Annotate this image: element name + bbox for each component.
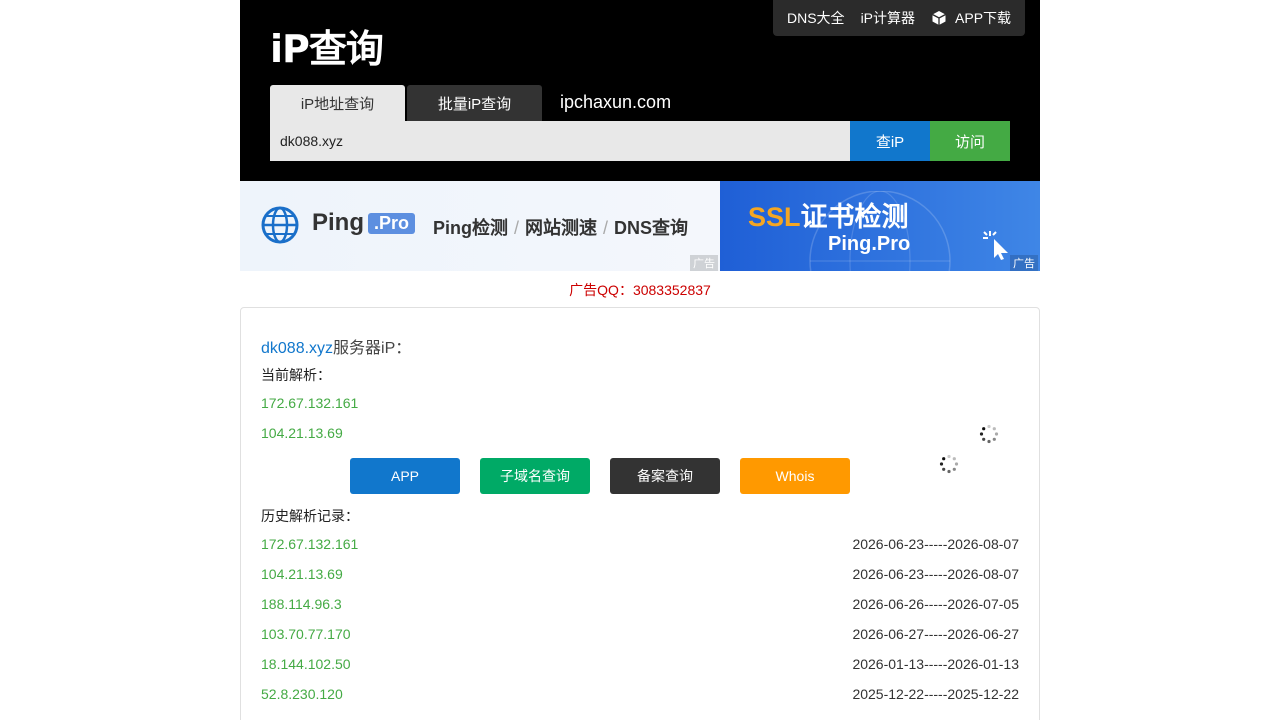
ad-tag: 广告	[690, 255, 718, 271]
history-ip-link[interactable]: 52.8.230.120	[261, 686, 343, 702]
history-ip-link[interactable]: 103.70.77.170	[261, 626, 351, 642]
ssl-title: SSL证书检测	[748, 195, 909, 234]
ad-services-list: Ping检测 / 网站测速 / DNS查询	[433, 218, 689, 238]
ping-brand: Ping	[312, 209, 364, 236]
service-dns: DNS查询	[614, 218, 689, 238]
visit-button[interactable]: 访问	[930, 121, 1010, 161]
ad-banner-ssl[interactable]: SSL证书检测 Ping.Pro 广告	[720, 181, 1040, 271]
loading-spinner-icon	[939, 454, 959, 474]
icp-query-button[interactable]: 备案查询	[610, 458, 720, 494]
result-title-suffix: 服务器iP：	[333, 340, 412, 357]
history-date-range: 2026-01-13-----2026-01-13	[852, 656, 1019, 672]
whois-button[interactable]: Whois	[740, 458, 850, 494]
nav-dns[interactable]: DNS大全	[787, 8, 845, 28]
tab-ip-query[interactable]: iP地址查询	[270, 85, 405, 121]
history-date-range: 2026-06-27-----2026-06-27	[852, 626, 1019, 642]
site-logo[interactable]: iP查询	[270, 18, 384, 73]
result-card: dk088.xyz服务器iP： 当前解析： 172.67.132.161 104…	[240, 307, 1040, 720]
history-date-range: 2025-12-22-----2025-12-22	[852, 686, 1019, 702]
ad-banner-ping[interactable]: Ping .Pro Ping检测 / 网站测速 / DNS查询 广告	[240, 181, 720, 271]
ssl-subtitle: Ping.Pro	[828, 233, 911, 255]
history-label: 历史解析记录：	[261, 508, 359, 524]
query-ip-button[interactable]: 查iP	[850, 121, 930, 161]
current-ip-link[interactable]: 172.67.132.161	[261, 395, 358, 411]
globe-icon	[261, 206, 299, 244]
ad-qq-contact[interactable]: 广告QQ：3083352837	[240, 280, 1040, 300]
loading-spinner-icon	[979, 424, 999, 444]
pro-badge: .Pro	[368, 212, 416, 234]
header: iP查询 DNS大全 iP计算器 APP下载 iP地址查询 批量iP查询 ipc…	[240, 0, 1040, 181]
result-domain[interactable]: dk088.xyz	[261, 340, 333, 357]
history-date-range: 2026-06-26-----2026-07-05	[852, 596, 1019, 612]
current-ip-link[interactable]: 104.21.13.69	[261, 425, 343, 441]
history-date-range: 2026-06-23-----2026-08-07	[852, 566, 1019, 582]
nav-ip-calculator[interactable]: iP计算器	[861, 8, 915, 28]
history-ip-link[interactable]: 104.21.13.69	[261, 566, 343, 582]
service-ping: Ping检测	[433, 218, 508, 238]
ad-tag: 广告	[1010, 255, 1038, 271]
ssl-accent: SSL	[748, 202, 801, 232]
site-domain-label: ipchaxun.com	[560, 92, 672, 112]
current-resolution-label: 当前解析：	[261, 367, 331, 383]
tab-batch-ip-query[interactable]: 批量iP查询	[407, 85, 542, 121]
ssl-title-text: 证书检测	[800, 202, 909, 232]
app-button[interactable]: APP	[350, 458, 460, 494]
nav-app-download-label: APP下载	[955, 10, 1012, 26]
history-ip-link[interactable]: 18.144.102.50	[261, 656, 351, 672]
subdomain-query-button[interactable]: 子域名查询	[480, 458, 590, 494]
nav-app-download[interactable]: APP下载	[931, 8, 1011, 28]
history-ip-link[interactable]: 188.114.96.3	[261, 596, 342, 612]
cube-icon	[932, 11, 946, 25]
ping-pro-logo: Ping .Pro	[312, 209, 416, 237]
result-title: dk088.xyz服务器iP：	[261, 334, 411, 358]
history-ip-link[interactable]: 172.67.132.161	[261, 536, 358, 552]
history-date-range: 2026-06-23-----2026-08-07	[852, 536, 1019, 552]
service-speed: 网站测速	[525, 218, 598, 238]
search-input[interactable]	[270, 121, 850, 161]
top-nav: DNS大全 iP计算器 APP下载	[773, 0, 1025, 36]
